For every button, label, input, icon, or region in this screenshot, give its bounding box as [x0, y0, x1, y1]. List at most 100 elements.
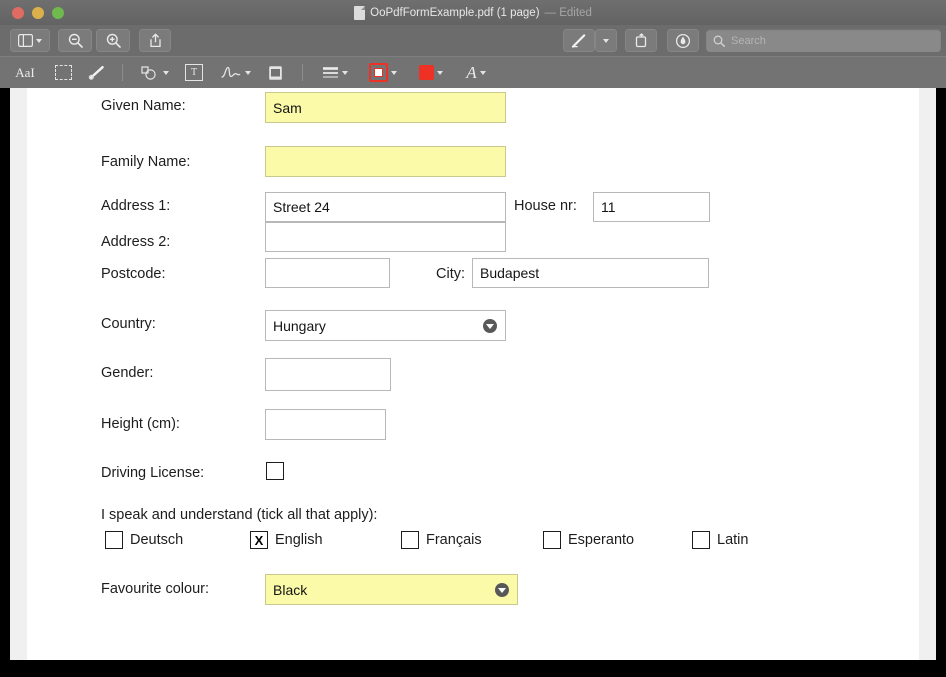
search-placeholder: Search — [731, 34, 766, 47]
frame-bottom-edge — [0, 660, 946, 677]
textbox-icon: T — [185, 64, 203, 81]
height-label: Height (cm): — [101, 416, 180, 432]
window-title-edited: — Edited — [544, 6, 592, 19]
document-area[interactable]: Given Name: Sam Family Name: Address 1: … — [0, 88, 946, 662]
postcode-label: Postcode: — [101, 266, 166, 282]
search-icon — [713, 35, 725, 47]
frame-left-edge — [0, 88, 10, 662]
signature-icon — [220, 66, 240, 78]
chevron-down-icon — [479, 70, 486, 75]
given-name-label: Given Name: — [101, 98, 186, 114]
fill-color-tool[interactable] — [410, 57, 452, 88]
language-label-english: English — [275, 532, 323, 548]
document-icon — [354, 5, 366, 20]
chevron-down-icon — [342, 70, 348, 75]
text-select-icon: AaI — [15, 64, 35, 80]
favourite-colour-label: Favourite colour: — [101, 581, 209, 597]
driving-license-label: Driving License: — [101, 465, 205, 481]
house-nr-input[interactable]: 11 — [593, 192, 710, 222]
chevron-down-icon — [437, 70, 443, 75]
chevron-down-icon — [391, 70, 397, 75]
language-checkbox-francais[interactable] — [401, 531, 419, 549]
font-icon: A — [466, 62, 477, 82]
chevron-down-icon — [162, 70, 169, 75]
pdf-page: Given Name: Sam Family Name: Address 1: … — [27, 88, 919, 662]
rectangular-selection-tool[interactable] — [48, 57, 78, 88]
favourite-colour-value: Black — [273, 581, 308, 598]
note-icon — [268, 65, 282, 80]
shape-style-tool[interactable] — [315, 57, 355, 88]
maximize-button[interactable] — [52, 7, 64, 19]
search-input[interactable]: Search — [706, 29, 941, 52]
driving-license-checkbox[interactable] — [266, 462, 284, 480]
language-checkbox-english[interactable]: X — [250, 531, 268, 549]
preview-window: OoPdfFormExample.pdf (1 page) — Edited S… — [0, 0, 946, 662]
share-button[interactable] — [139, 29, 171, 52]
chevron-down-icon — [244, 70, 251, 75]
pdf-form: Given Name: Sam Family Name: Address 1: … — [27, 88, 919, 662]
shapes-icon — [140, 65, 156, 80]
rectangular-selection-icon — [54, 65, 72, 80]
country-value: Hungary — [273, 317, 326, 334]
language-checkbox-latin[interactable] — [692, 531, 710, 549]
family-name-input[interactable] — [265, 146, 506, 177]
border-color-tool[interactable] — [362, 57, 404, 88]
close-button[interactable] — [12, 7, 24, 19]
favourite-colour-dropdown[interactable]: Black — [265, 574, 518, 605]
family-name-label: Family Name: — [101, 154, 191, 170]
highlight-pen-icon — [88, 66, 104, 80]
markup-toolbar: AaI T A — [0, 56, 946, 90]
house-nr-label: House nr: — [514, 198, 577, 214]
highlight-tool[interactable] — [83, 57, 113, 88]
text-box-tool[interactable]: T — [180, 57, 208, 88]
text-selection-tool[interactable]: AaI — [8, 57, 42, 88]
chevron-down-icon — [36, 38, 42, 43]
city-label: City: — [436, 266, 465, 282]
signature-tool[interactable] — [213, 57, 257, 88]
toolbar-divider — [122, 64, 123, 81]
zoom-in-button[interactable] — [96, 29, 130, 52]
markup-options-button[interactable] — [595, 29, 617, 52]
share-icon — [149, 33, 161, 48]
language-label-deutsch: Deutsch — [130, 532, 184, 548]
address2-label: Address 2: — [101, 234, 171, 250]
address1-input[interactable]: Street 24 — [265, 192, 506, 222]
shapes-tool[interactable] — [134, 57, 174, 88]
zoom-in-icon — [106, 33, 121, 48]
frame-right-edge — [936, 88, 946, 662]
country-label: Country: — [101, 316, 156, 332]
font-style-tool[interactable]: A — [456, 57, 496, 88]
language-label-esperanto: Esperanto — [568, 532, 635, 548]
zoom-out-button[interactable] — [58, 29, 92, 52]
chevron-down-icon — [483, 318, 497, 333]
title-bar: OoPdfFormExample.pdf (1 page) — Edited — [0, 0, 946, 25]
markup-button[interactable] — [563, 29, 595, 52]
given-name-input[interactable]: Sam — [265, 92, 506, 123]
country-dropdown[interactable]: Hungary — [265, 310, 506, 341]
rotate-button[interactable] — [625, 29, 657, 52]
language-checkbox-deutsch[interactable] — [105, 531, 123, 549]
address2-input[interactable] — [265, 222, 506, 252]
gender-input[interactable] — [265, 358, 391, 391]
zoom-out-icon — [68, 33, 83, 48]
note-tool[interactable] — [260, 57, 290, 88]
sidebar-toggle-button[interactable] — [10, 29, 50, 52]
annotate-button[interactable] — [667, 29, 699, 52]
border-color-swatch — [369, 63, 388, 82]
chevron-down-icon — [495, 582, 509, 597]
city-input[interactable]: Budapest — [472, 258, 709, 288]
postcode-input[interactable] — [265, 258, 390, 288]
address1-label: Address 1: — [101, 198, 171, 214]
fill-color-swatch — [419, 65, 434, 80]
language-label-latin: Latin — [717, 532, 749, 548]
language-checkbox-esperanto[interactable] — [543, 531, 561, 549]
window-title: OoPdfFormExample.pdf (1 page) — Edited — [0, 0, 946, 25]
gender-label: Gender: — [101, 365, 154, 381]
height-input[interactable] — [265, 409, 386, 440]
language-label-francais: Français — [426, 532, 482, 548]
toolbar-divider — [302, 64, 303, 81]
languages-prompt: I speak and understand (tick all that ap… — [101, 507, 378, 523]
minimize-button[interactable] — [32, 7, 44, 19]
sidebar-icon — [18, 34, 33, 47]
markup-pen-icon — [571, 33, 586, 48]
